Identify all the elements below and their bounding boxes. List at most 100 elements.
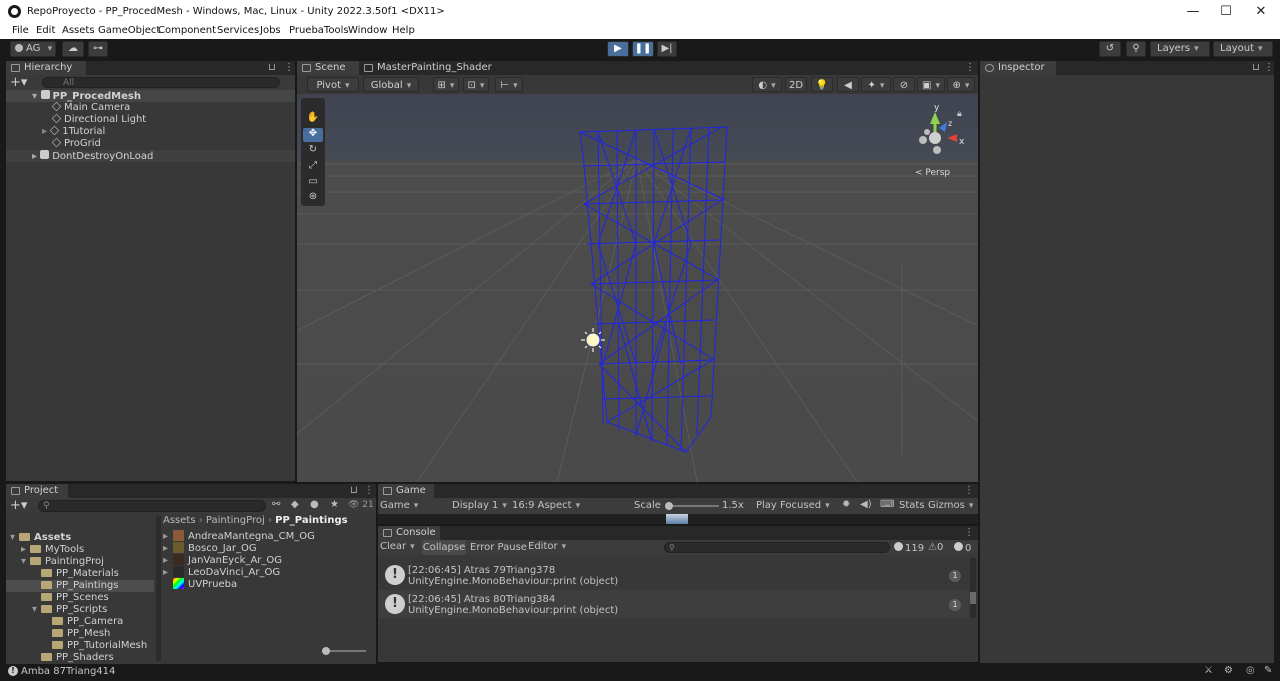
gizmos-dropdown[interactable]: ⊕ <box>947 77 975 92</box>
audio-toggle[interactable]: ◀ <box>837 77 859 92</box>
hierarchy-item[interactable]: Directional Light <box>51 113 146 126</box>
project-folder-item[interactable]: PP_Materials <box>6 568 154 580</box>
console-log-entry[interactable]: ! [22:06:45] Atras 79Triang378 UnityEngi… <box>379 561 969 589</box>
history-button[interactable]: ↺ <box>1099 41 1121 57</box>
debug-mode-icon[interactable]: ✎ <box>1264 665 1272 676</box>
warning-filter-icon[interactable]: ● <box>310 499 319 510</box>
grid-snap-dropdown[interactable]: ⊞ <box>433 77 459 92</box>
project-file-item[interactable]: ▸ LeoDaVinci_Ar_OG <box>163 566 280 578</box>
error-count[interactable]: 0 <box>954 542 971 554</box>
label-filter-icon[interactable]: ◆ <box>291 499 299 510</box>
console-search-input[interactable]: ⚲ <box>664 542 890 553</box>
close-button[interactable]: ✕ <box>1246 3 1276 20</box>
project-file-item[interactable]: ▸ JanVanEyck_Ar_OG <box>163 554 282 566</box>
mute-icon[interactable]: ◀) <box>860 499 872 510</box>
more-icon[interactable]: ⋮ <box>965 62 975 73</box>
project-folder-item[interactable]: PP_Mesh <box>6 628 154 640</box>
breadcrumb-item[interactable]: PaintingProj <box>206 515 265 526</box>
move-tool-icon[interactable]: ✥ <box>303 128 323 142</box>
more-icon[interactable]: ⋮ <box>364 485 374 496</box>
menu-window[interactable]: Window <box>348 25 387 36</box>
visibility-toggle[interactable]: ⊘ <box>893 77 915 92</box>
more-icon[interactable]: ⋮ <box>964 527 974 538</box>
project-folder-item[interactable]: PP_TutorialMesh <box>6 640 154 652</box>
rotate-tool-icon[interactable]: ↻ <box>303 144 323 158</box>
status-info-icon[interactable]: ! <box>8 666 18 676</box>
scene-canvas[interactable]: y z x < Persp 🔒︎ <box>297 94 978 482</box>
project-folder-item[interactable]: ▸ MyTools <box>6 544 154 556</box>
project-file-item[interactable]: ▸ Bosco_Jar_OG <box>163 542 257 554</box>
project-folder-item[interactable]: PP_Camera <box>6 616 154 628</box>
project-folder-item[interactable]: PP_Shaders <box>6 652 154 664</box>
auto-generate-lighting-icon[interactable]: ⚙ <box>1224 665 1233 676</box>
error-pause-toggle[interactable]: Error Pause <box>470 542 527 553</box>
favorite-icon[interactable]: ★ <box>330 499 339 510</box>
search-button[interactable]: ⚲ <box>1126 41 1146 57</box>
tab-hierarchy[interactable]: Hierarchy <box>6 61 86 75</box>
progress-icon[interactable]: ⚔ <box>1204 665 1213 676</box>
layout-dropdown[interactable]: Layout <box>1213 41 1273 57</box>
play-focused-dropdown[interactable]: Play Focused <box>756 500 836 511</box>
more-icon[interactable]: ⋮ <box>964 485 974 496</box>
lighting-toggle[interactable]: 💡 <box>811 77 833 92</box>
play-button[interactable]: ▶ <box>607 41 629 57</box>
pause-button[interactable]: ❚❚ <box>632 41 654 57</box>
more-icon[interactable]: ⋮ <box>284 62 294 73</box>
display-dropdown[interactable]: Display 1 <box>452 500 510 511</box>
status-message[interactable]: Amba 87Triang414 <box>21 666 115 677</box>
chevron-down-icon[interactable]: ▾ <box>32 604 41 616</box>
menu-gameobject[interactable]: GameObject <box>98 25 160 36</box>
tab-scene[interactable]: Scene <box>297 61 359 75</box>
scene-root-item[interactable]: ▾ PP_ProcedMesh <box>32 90 141 102</box>
maximize-button[interactable]: ☐ <box>1211 3 1241 20</box>
project-file-item[interactable]: ▸ AndreaMantegna_CM_OG <box>163 530 315 542</box>
menu-component[interactable]: Component <box>158 25 216 36</box>
account-dropdown[interactable]: AG <box>10 41 56 57</box>
project-search-input[interactable]: ⚲ <box>38 500 266 512</box>
scene-viewport[interactable]: y z x < Persp 🔒︎ ✋ ✥ ↻ ⤢ ▭ ⊛ <box>297 94 978 482</box>
cache-server-icon[interactable]: ◎ <box>1246 665 1255 676</box>
add-button[interactable]: +▾ <box>10 75 27 90</box>
breadcrumb-item[interactable]: PP_Paintings <box>275 515 347 526</box>
log-count[interactable]: 119 <box>894 542 924 554</box>
menu-pruebatools[interactable]: PruebaTools <box>289 25 349 36</box>
layers-dropdown[interactable]: Layers <box>1150 41 1210 57</box>
editor-dropdown[interactable]: Editor <box>528 541 568 552</box>
add-button[interactable]: +▾ <box>10 498 27 513</box>
menu-assets[interactable]: Assets <box>62 25 95 36</box>
game-mode-dropdown[interactable]: Game <box>380 500 444 511</box>
effects-dropdown[interactable]: ✦ <box>861 77 891 92</box>
scale-slider-handle[interactable] <box>665 502 673 510</box>
console-scrollbar-thumb[interactable] <box>970 592 976 604</box>
warning-count[interactable]: ⚠0 <box>928 542 943 553</box>
game-view[interactable] <box>378 514 978 524</box>
gizmos-dropdown[interactable]: Gizmos <box>928 500 976 511</box>
project-folder-item[interactable]: PP_Scenes <box>6 592 154 604</box>
type-filter-icon[interactable]: ⚯ <box>272 499 280 510</box>
minimize-button[interactable]: — <box>1178 3 1208 20</box>
tab-masterpainting-shader[interactable]: MasterPainting_Shader <box>359 61 492 75</box>
hierarchy-item[interactable]: Main Camera <box>51 101 130 114</box>
rect-tool-icon[interactable]: ▭ <box>303 176 323 190</box>
project-folder-item[interactable]: PP_Paintings <box>6 580 154 592</box>
chevron-down-icon[interactable]: ▾ <box>10 532 19 544</box>
lock-icon[interactable]: ⊔ <box>1252 62 1260 73</box>
global-dropdown[interactable]: Global <box>363 77 419 92</box>
chevron-down-icon[interactable]: ▾ <box>21 556 30 568</box>
chevron-right-icon[interactable]: ▸ <box>21 544 30 556</box>
project-folder-item[interactable]: ▾ PP_Scripts <box>6 604 154 616</box>
camera-dropdown[interactable]: ▣ <box>917 77 945 92</box>
clear-button[interactable]: Clear <box>380 541 420 552</box>
persp-label[interactable]: < Persp <box>915 168 950 178</box>
menu-jobs[interactable]: Jobs <box>260 25 281 36</box>
cloud-button[interactable]: ☁ <box>62 41 84 57</box>
console-log-entry[interactable]: ! [22:06:45] Atras 80Triang384 UnityEngi… <box>379 590 969 618</box>
pivot-dropdown[interactable]: Pivot <box>307 77 359 92</box>
console-scrollbar[interactable] <box>970 558 976 618</box>
scale-tool-icon[interactable]: ⤢ <box>303 160 323 174</box>
hierarchy-item[interactable]: ProGrid <box>51 137 101 150</box>
breadcrumb-item[interactable]: Assets <box>163 515 196 526</box>
hierarchy-item[interactable]: ▸ 1Tutorial <box>42 125 105 138</box>
stats-button[interactable]: Stats <box>899 500 925 511</box>
shading-dropdown[interactable]: ◐ <box>752 77 782 92</box>
